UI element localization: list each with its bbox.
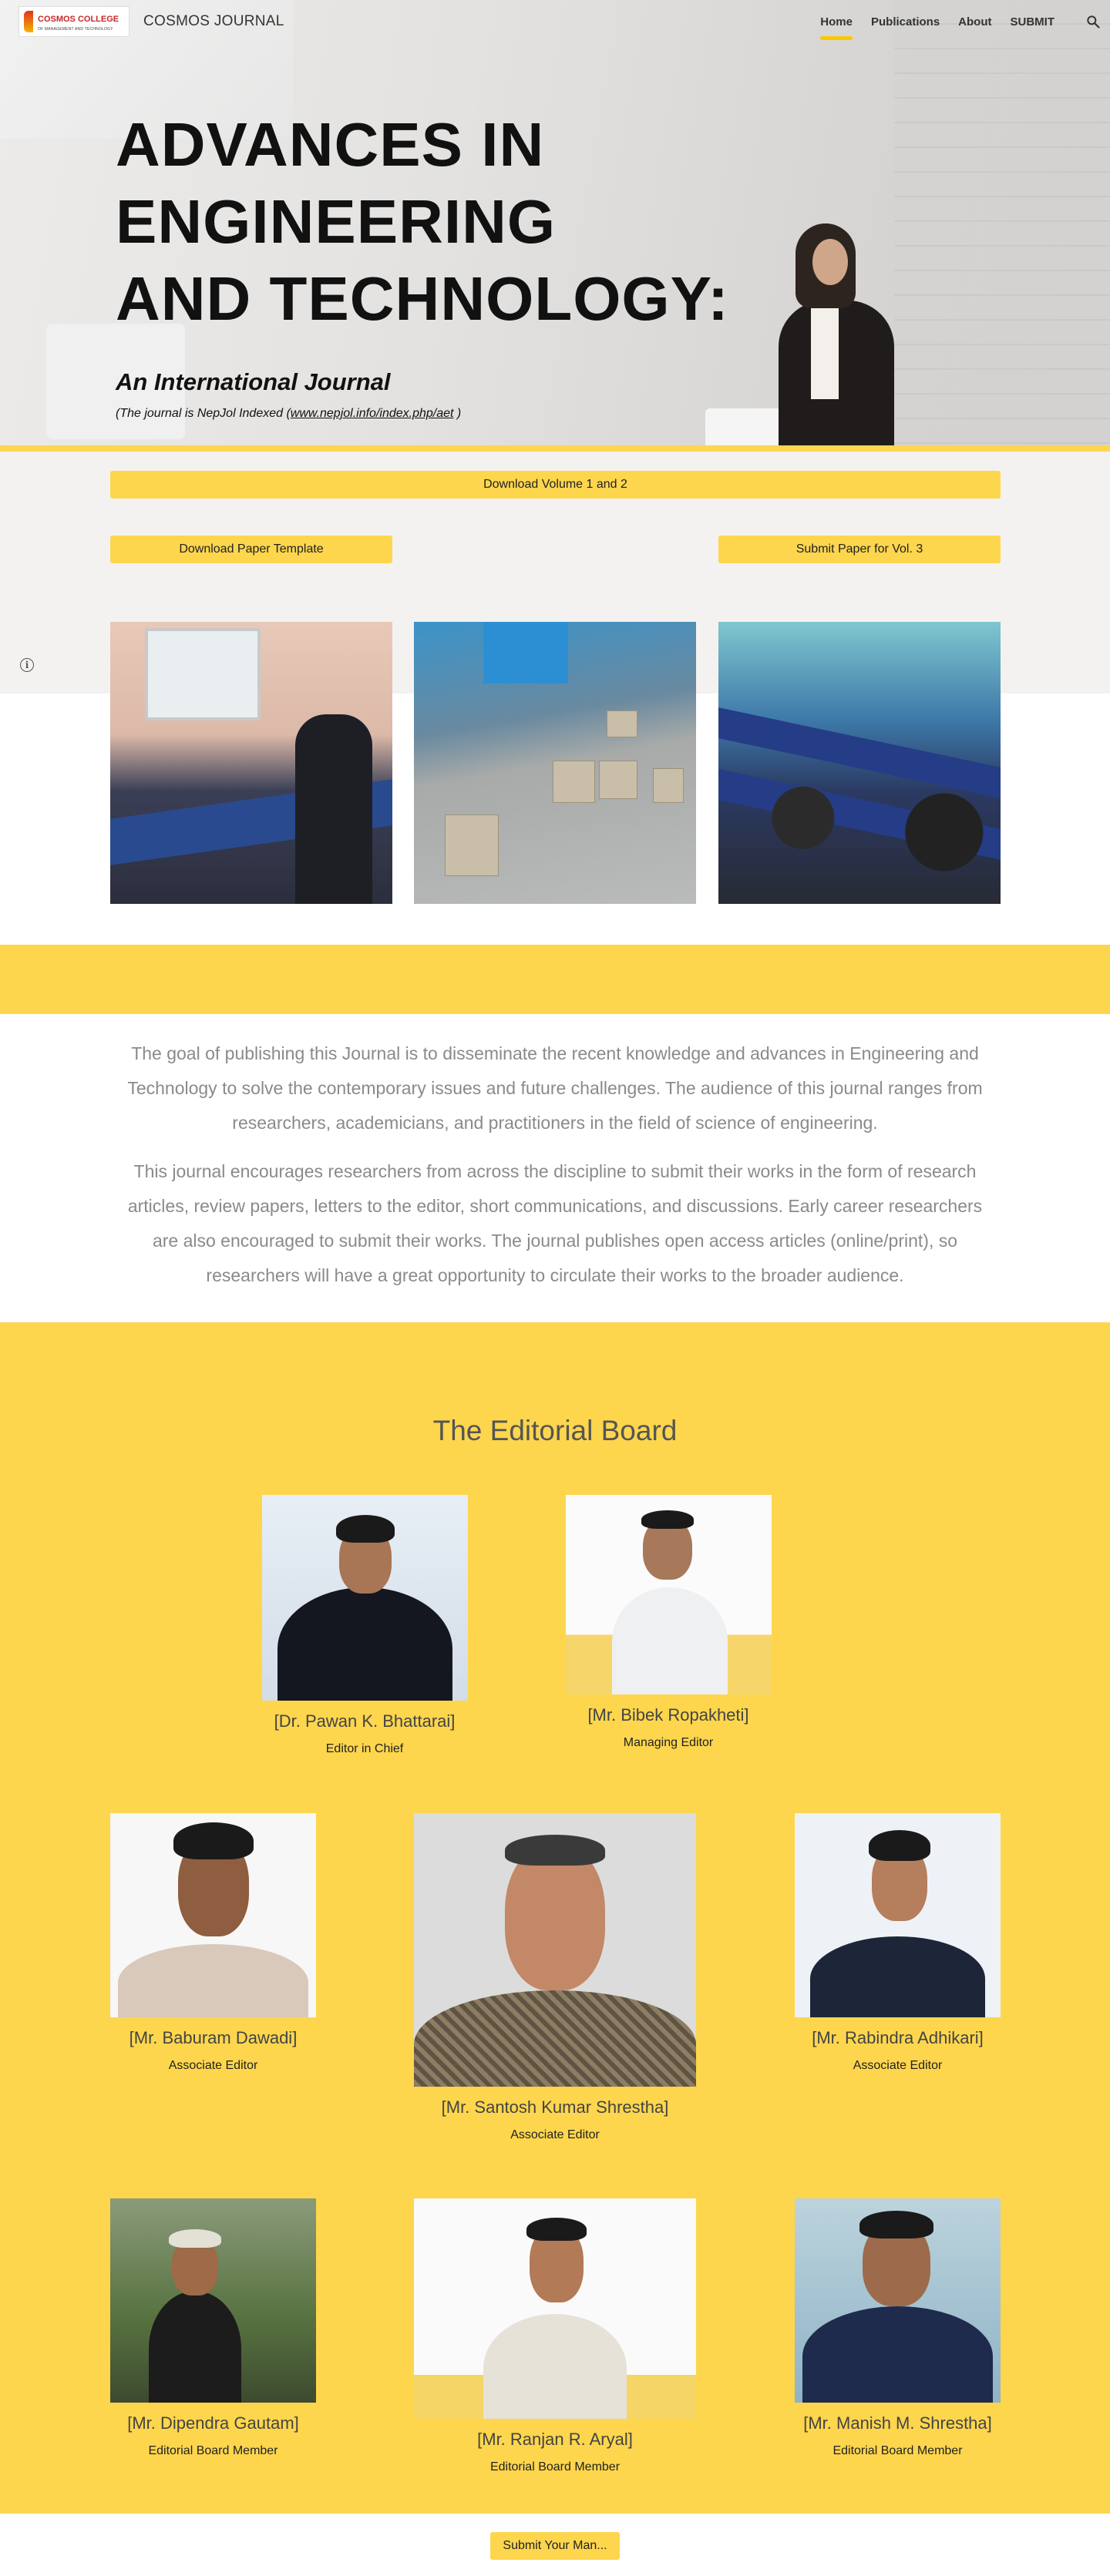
logo-text: COSMOS COLLEGE (38, 15, 119, 24)
editorial-title: The Editorial Board (432, 1415, 678, 1446)
computer-lab-photo (718, 622, 1001, 904)
hero-note: (The journal is NepJol Indexed (www.nepj… (116, 407, 994, 421)
info-icon[interactable]: i (20, 658, 34, 672)
hero-note-prefix: (The journal is NepJol Indexed ( (116, 407, 291, 420)
download-volume-button[interactable]: Download Volume 1 and 2 (110, 471, 1001, 499)
college-logo[interactable]: COSMOS COLLEGE OF MANAGEMENT AND TECHNOL… (18, 6, 130, 37)
nav-submit[interactable]: SUBMIT (1001, 0, 1065, 43)
member-card: [Mr. Rabindra Adhikari] Associate Editor (795, 1813, 1001, 2073)
member-role: Associate Editor (168, 2059, 258, 2072)
top-nav: COSMOS COLLEGE OF MANAGEMENT AND TECHNOL… (0, 0, 1110, 43)
member-photo (414, 2198, 696, 2419)
member-photo (261, 1495, 468, 1701)
member-photo (414, 1813, 696, 2087)
member-role: Editorial Board Member (489, 2460, 621, 2474)
member-role: Managing Editor (623, 1736, 714, 1749)
accent-band (0, 945, 1110, 1014)
hero-title: ADVANCES IN ENGINEERING AND TECHNOLOGY: (116, 106, 994, 338)
download-template-button[interactable]: Download Paper Template (110, 536, 392, 563)
hero-accent-stripe (0, 445, 1110, 452)
member-card: [Dr. Pawan K. Bhattarai] Editor in Chief (231, 1495, 498, 1756)
site-title[interactable]: COSMOS JOURNAL (143, 13, 284, 30)
member-photo (795, 1813, 1001, 2017)
member-card: [Mr. Santosh Kumar Shrestha] Associate E… (414, 1813, 696, 2142)
member-name: [Mr. Manish M. Shrestha] (803, 2413, 992, 2433)
about-paragraph-1: The goal of publishing this Journal is t… (127, 1043, 983, 1133)
about-paragraph-2: This journal encourages researchers from… (127, 1161, 983, 1285)
member-photo (110, 2198, 316, 2403)
member-role: Associate Editor (510, 2128, 600, 2141)
member-card: [Mr. Manish M. Shrestha] Editorial Board… (795, 2198, 1001, 2458)
logo-mark-icon (24, 11, 33, 32)
member-name: [Dr. Pawan K. Bhattarai] (274, 1711, 456, 1731)
hero-subtitle: An International Journal (116, 368, 391, 395)
member-role: Associate Editor (853, 2059, 943, 2072)
hero-title-line1: ADVANCES IN ENGINEERING (116, 110, 557, 256)
member-name: [Mr. Dipendra Gautam] (127, 2413, 299, 2433)
member-role: Editorial Board Member (832, 2444, 963, 2457)
nav-publications[interactable]: Publications (862, 0, 949, 43)
member-name: [Mr. Bibek Ropakheti] (587, 1705, 749, 1725)
member-photo (110, 1813, 316, 2017)
hero-note-suffix: ) (453, 407, 462, 420)
hero-banner: ADVANCES IN ENGINEERING AND TECHNOLOGY: … (0, 0, 1110, 445)
nav-about[interactable]: About (949, 0, 1001, 43)
member-name: [Mr. Baburam Dawadi] (129, 2028, 298, 2047)
member-card: [Mr. Bibek Ropakheti] Managing Editor (535, 1495, 802, 1750)
member-role: Editorial Board Member (148, 2444, 278, 2457)
member-card: [Mr. Dipendra Gautam] Editorial Board Me… (110, 2198, 316, 2458)
hero-title-line2: AND TECHNOLOGY: (116, 264, 729, 333)
submit-paper-button[interactable]: Submit Paper for Vol. 3 (718, 536, 1001, 563)
hero-content: ADVANCES IN ENGINEERING AND TECHNOLOGY: … (116, 106, 994, 421)
nav-links: Home Publications About SUBMIT (811, 0, 1064, 43)
member-card: [Mr. Ranjan R. Aryal] Editorial Board Me… (414, 2198, 696, 2474)
classroom-photo (110, 622, 392, 904)
member-photo (795, 2198, 1001, 2403)
member-name: [Mr. Santosh Kumar Shrestha] (441, 2097, 669, 2117)
member-role: Editor in Chief (325, 1742, 404, 1755)
nepjol-link[interactable]: www.nepjol.info/index.php/aet (291, 407, 454, 420)
logo-subtext: OF MANAGEMENT AND TECHNOLOGY (38, 27, 113, 32)
member-photo (565, 1495, 772, 1694)
about-section: The goal of publishing this Journal is t… (116, 1036, 994, 1293)
nav-home[interactable]: Home (811, 0, 862, 43)
member-name: [Mr. Ranjan R. Aryal] (477, 2430, 633, 2449)
submit-manuscript-button[interactable]: Submit Your Man... (490, 2532, 620, 2560)
member-name: [Mr. Rabindra Adhikari] (812, 2028, 984, 2047)
member-card: [Mr. Baburam Dawadi] Associate Editor (110, 1813, 316, 2073)
concrete-samples-photo (414, 622, 696, 904)
search-icon[interactable] (1085, 14, 1101, 29)
